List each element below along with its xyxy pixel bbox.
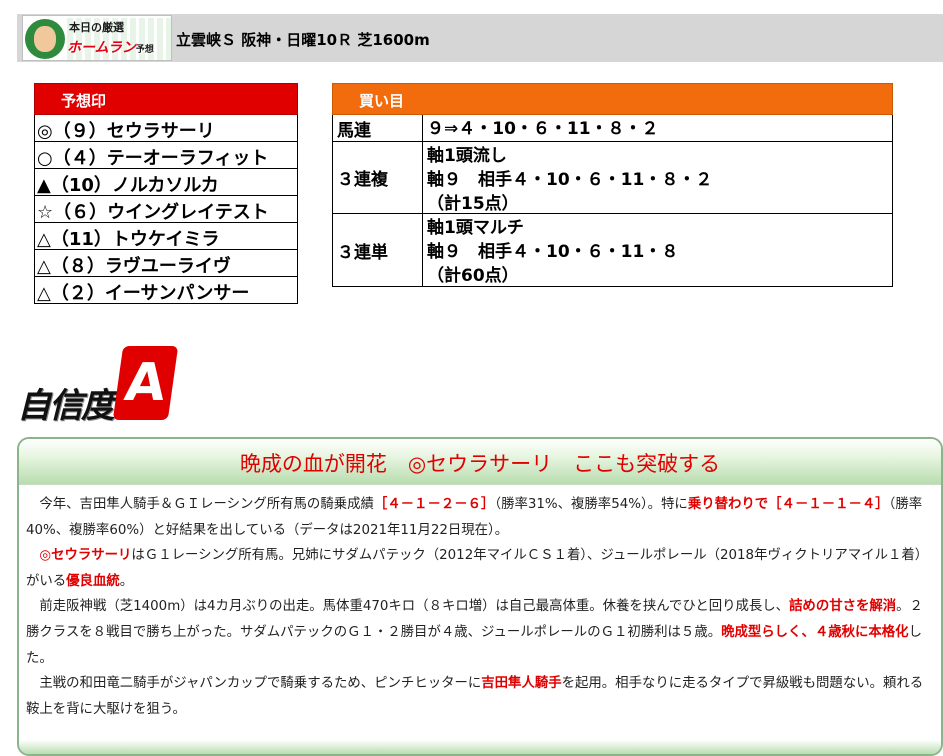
logo-text-main-label: ホームラン (67, 40, 136, 56)
bet-line: ９⇒４・10・６・11・８・２ (427, 119, 659, 139)
race-header: 本日の厳選 ホームラン予想 立雲峡Ｓ 阪神・日曜10Ｒ 芝1600m (17, 14, 943, 62)
homerun-logo[interactable]: 本日の厳選 ホームラン予想 (22, 15, 172, 61)
confidence-grade: A (121, 353, 170, 413)
bet-line: （計15点） (427, 194, 519, 214)
bet-detail: ９⇒４・10・６・11・８・２ (423, 115, 892, 141)
mark-row: ○（４）テーオーラフィット (34, 142, 298, 169)
mark-row: △（２）イーサンパンサー (34, 277, 298, 304)
race-title: 立雲峡Ｓ 阪神・日曜10Ｒ 芝1600m (176, 31, 430, 49)
bet-line: 軸1頭マルチ (427, 218, 524, 238)
confidence-rating: 自信度 A (17, 346, 179, 426)
bet-line: 軸９ 相手４・10・６・11・８ (427, 242, 679, 262)
logo-text-main: ホームラン予想 (67, 37, 154, 57)
text: はＧ１レーシング所有馬。兄姉にサダムパテック（2012年マイルＣＳ１着）、ジュー… (26, 548, 929, 589)
highlight-text: ［４－１－２－６］ (373, 497, 495, 512)
highlight-text: 優良血統 (66, 573, 120, 589)
bet-detail: 軸1頭流し 軸９ 相手４・10・６・11・８・２ （計15点） (423, 142, 892, 214)
bet-line: 軸９ 相手４・10・６・11・８・２ (427, 170, 713, 190)
bets-heading: 買い目 (332, 83, 893, 115)
commentary-headline: 晩成の血が開花 ◎セウラサーリ ここも突破する (19, 439, 941, 485)
prediction-marks-table: 予想印 ◎（９）セウラサーリ ○（４）テーオーラフィット ▲（10）ノルカソルカ… (34, 83, 298, 304)
tipster-face-icon (25, 19, 65, 59)
mark-row: ☆（６）ウイングレイテスト (34, 196, 298, 223)
confidence-label: 自信度 (17, 386, 115, 426)
mark-row: ◎（９）セウラサーリ (34, 115, 298, 142)
highlight-text: ◎セウラサーリ (39, 548, 132, 564)
bet-type: ３連単 (333, 214, 423, 286)
confidence-grade-badge: A (112, 346, 179, 420)
commentary-footer (19, 740, 941, 754)
text: 。 (119, 573, 134, 589)
highlight-text: 乗り替わりで［４－１－１－４］ (687, 497, 889, 512)
highlight-text: 晩成型らしく、４歳秋に本格化 (721, 624, 909, 640)
mark-row: ▲（10）ノルカソルカ (34, 169, 298, 196)
highlight-text: 詰めの甘さを解消 (789, 599, 897, 615)
bet-row-trio: ３連複 軸1頭流し 軸９ 相手４・10・６・11・８・２ （計15点） (332, 142, 893, 214)
mark-row: △（11）トウケイミラ (34, 223, 298, 250)
bet-type: ３連複 (333, 142, 423, 213)
logo-text-top: 本日の厳選 (69, 21, 124, 34)
text: 主戦の和田竜二騎手がジャパンカップで騎乗するため、ピンチヒッターに (39, 676, 482, 692)
bet-line: （計60点） (427, 266, 519, 286)
commentary-box: 晩成の血が開花 ◎セウラサーリ ここも突破する 今年、吉田隼人騎手＆ＧＩレーシン… (17, 437, 943, 756)
marks-heading: 予想印 (34, 83, 298, 115)
logo-text-suffix: 予想 (135, 45, 154, 55)
highlight-text: 吉田隼人騎手 (481, 676, 562, 692)
bet-line: 軸1頭流し (427, 146, 507, 166)
bet-type: 馬連 (333, 115, 423, 141)
bet-detail: 軸1頭マルチ 軸９ 相手４・10・６・11・８ （計60点） (423, 214, 892, 286)
text: （勝率31%、複勝率54%）。特に (494, 497, 688, 512)
commentary-body: 今年、吉田隼人騎手＆ＧＩレーシング所有馬の騎乗成績［４－１－２－６］（勝率31%… (19, 485, 941, 722)
commentary-paragraph: 前走阪神戦（芝1400m）は4カ月ぶりの出走。馬体重470キロ（８キロ増）は自己… (26, 594, 935, 671)
commentary-paragraph: 今年、吉田隼人騎手＆ＧＩレーシング所有馬の騎乗成績［４－１－２－６］（勝率31%… (26, 492, 935, 543)
mark-row: △（８）ラヴユーライヴ (34, 250, 298, 277)
commentary-paragraph: ◎セウラサーリはＧ１レーシング所有馬。兄姉にサダムパテック（2012年マイルＣＳ… (26, 543, 935, 594)
commentary-paragraph: 主戦の和田竜二騎手がジャパンカップで騎乗するため、ピンチヒッターに吉田隼人騎手を… (26, 671, 935, 722)
text: 今年、吉田隼人騎手＆ＧＩレーシング所有馬の騎乗成績 (39, 497, 374, 512)
bets-table: 買い目 馬連 ９⇒４・10・６・11・８・２ ３連複 軸1頭流し 軸９ 相手４・… (332, 83, 893, 287)
bet-row-trifecta: ３連単 軸1頭マルチ 軸９ 相手４・10・６・11・８ （計60点） (332, 214, 893, 287)
bet-row-umaren: 馬連 ９⇒４・10・６・11・８・２ (332, 115, 893, 142)
text: 前走阪神戦（芝1400m）は4カ月ぶりの出走。馬体重470キロ（８キロ増）は自己… (39, 599, 790, 615)
